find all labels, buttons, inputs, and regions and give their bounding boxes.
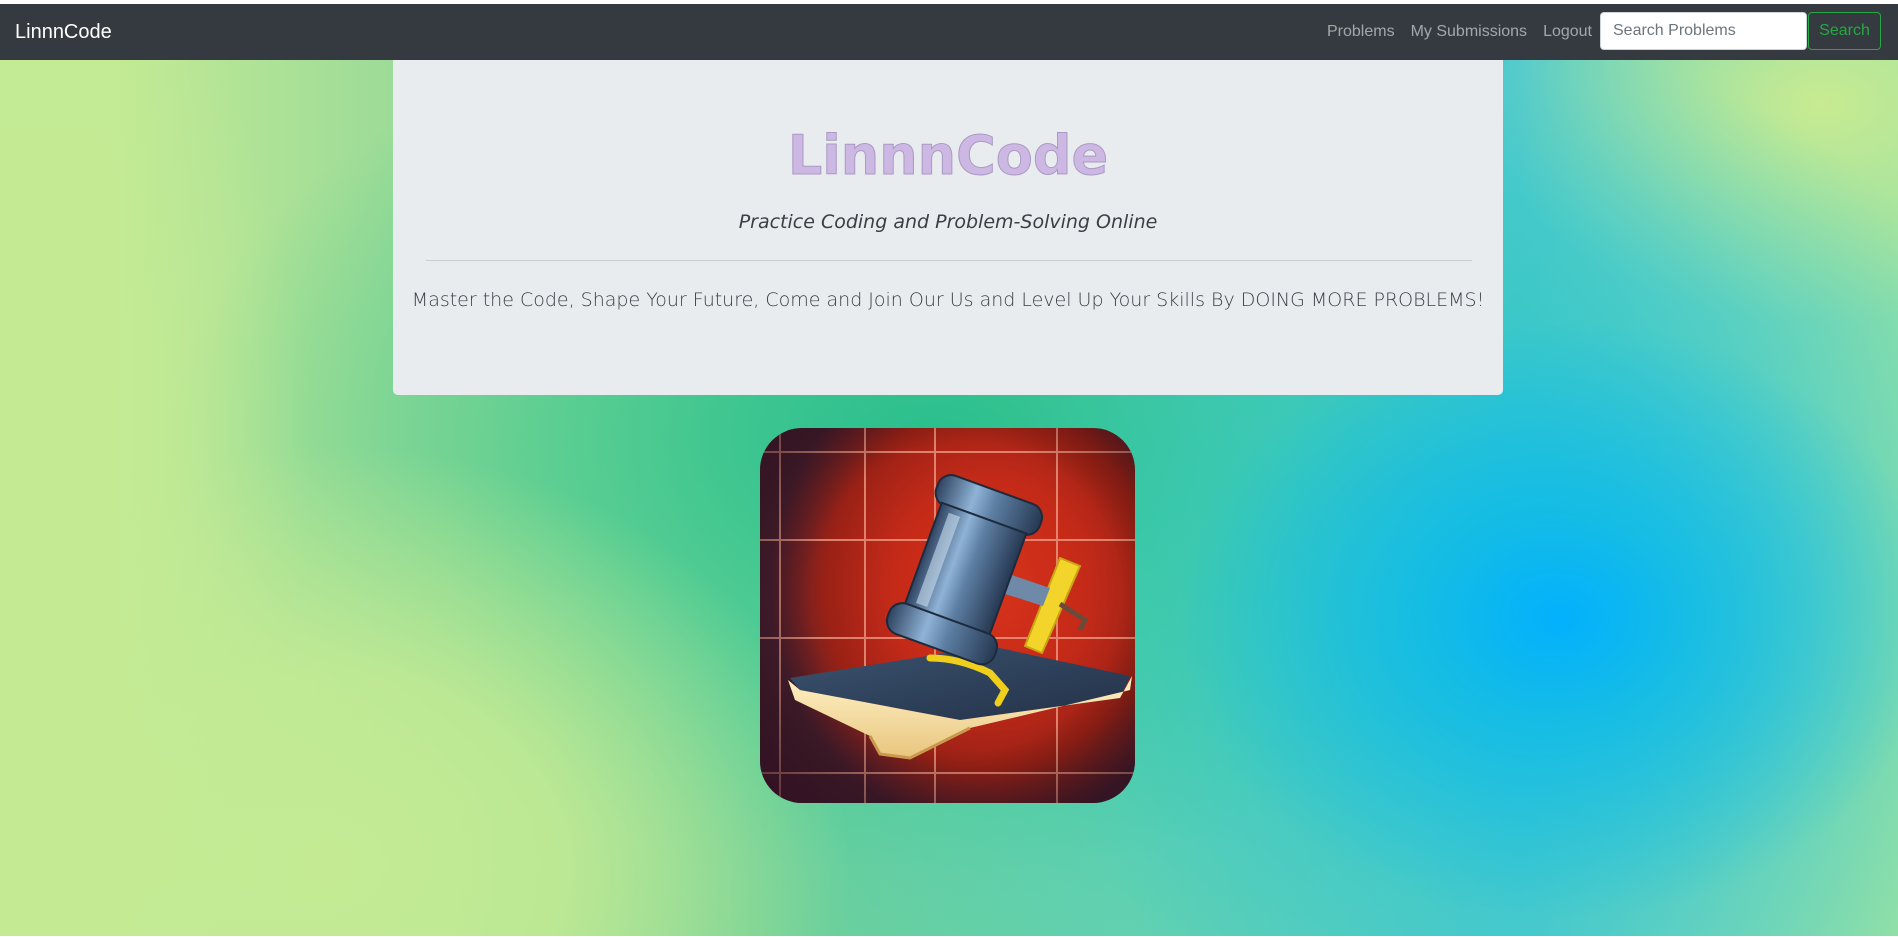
lead-text: Master the Code, Shape Your Future, Come… (411, 289, 1485, 311)
search-input[interactable] (1600, 12, 1807, 50)
navbar: LinnnCode Problems My Submissions Logout… (0, 4, 1898, 60)
nav-link-logout[interactable]: Logout (1543, 22, 1592, 42)
nav-link-my-submissions[interactable]: My Submissions (1411, 22, 1527, 42)
page-title: LinnnCode (787, 124, 1109, 188)
navbar-brand[interactable]: LinnnCode (15, 20, 112, 44)
jumbotron: LinnnCode Practice Coding and Problem-So… (393, 60, 1503, 395)
page: LinnnCode Problems My Submissions Logout… (0, 0, 1898, 937)
nav-links: Problems My Submissions Logout (1327, 22, 1592, 42)
nav-link-problems[interactable]: Problems (1327, 22, 1395, 42)
subtitle: Practice Coding and Problem-Solving Onli… (738, 211, 1158, 233)
gavel-on-book-icon (760, 428, 1135, 803)
search-button[interactable]: Search (1808, 12, 1881, 50)
divider (426, 260, 1472, 261)
